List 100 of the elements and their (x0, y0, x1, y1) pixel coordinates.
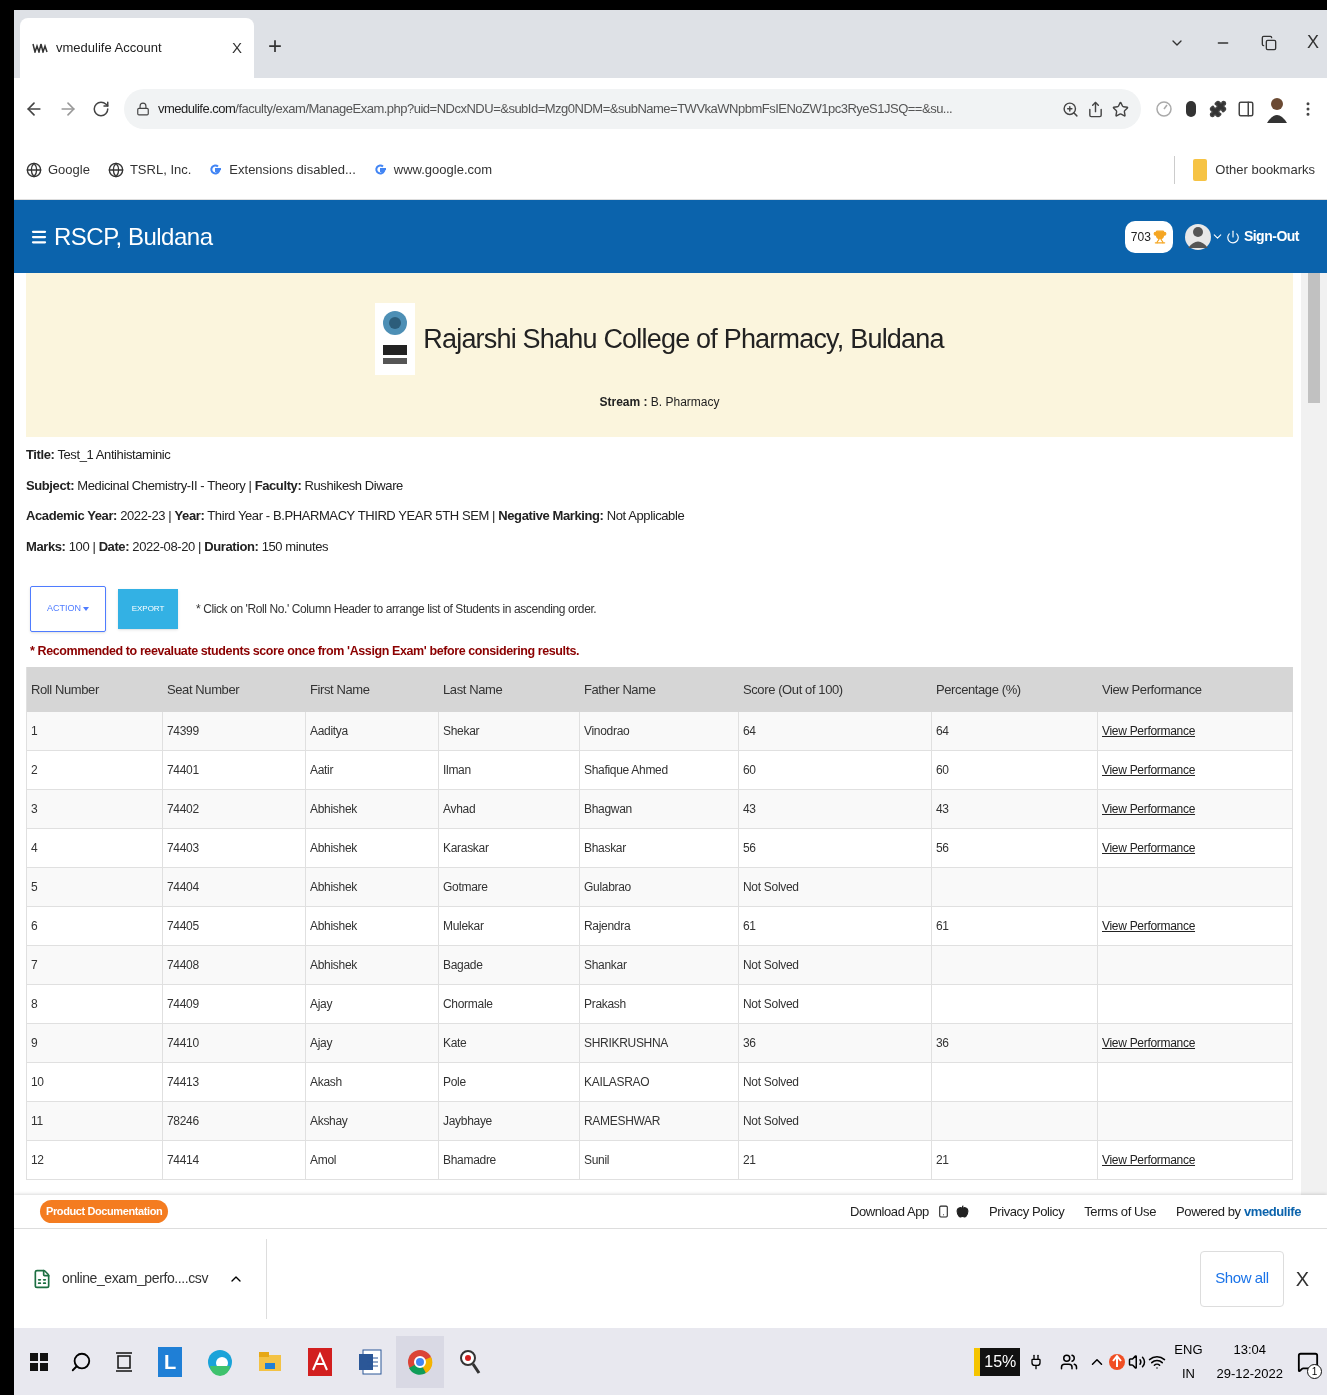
show-all-button[interactable]: Show all (1200, 1250, 1284, 1307)
reload-icon[interactable] (92, 100, 110, 118)
download-item[interactable]: online_exam_perfo....csv (32, 1238, 268, 1319)
action-dropdown-button[interactable]: ACTION (30, 586, 106, 632)
launcher-app-icon[interactable]: L (158, 1346, 182, 1377)
table-cell-text: 2 (31, 761, 38, 779)
table-cell-text: Prakash (584, 995, 626, 1013)
points-badge[interactable]: 703 (1124, 220, 1173, 253)
apple-icon[interactable] (955, 1205, 969, 1218)
close-downloads-button[interactable]: X (1295, 1263, 1309, 1294)
restore-icon[interactable] (1261, 34, 1277, 51)
table-cell-text: Not Solved (743, 878, 799, 896)
language-indicator[interactable]: ENG IN (1174, 1337, 1203, 1386)
other-bookmarks[interactable]: Other bookmarks (1193, 158, 1315, 181)
column-header: Last Name (442, 680, 504, 699)
view-performance-link[interactable]: View Performance (1102, 1033, 1196, 1052)
stream-label: Stream : B. Pharmacy (599, 394, 720, 411)
table-cell-text: Bhaskar (584, 839, 626, 857)
windows-start-icon[interactable] (30, 1352, 48, 1371)
view-performance-link[interactable]: View Performance (1102, 838, 1196, 857)
table-cell-text: 1 (31, 722, 38, 740)
brand-title: RSCP, Buldana (54, 221, 213, 252)
table-cell-text: 36 (936, 1034, 949, 1052)
address-bar[interactable]: vmedulife.com/faculty/exam/ManageExam.php?uid=NDcxNDU=&subId=Mzg0NDM=&subName=TWVkaWNpbmFsIENoZW1pc3RyeS1JSQ==&su... (124, 89, 1141, 129)
table-cell-text: 56 (936, 839, 949, 857)
browser-app-icon[interactable] (206, 1347, 234, 1376)
college-name: Rajarshi Shahu College of Pharmacy, Buldana (423, 322, 944, 356)
update-icon[interactable] (1108, 1351, 1127, 1372)
zoom-icon[interactable] (1062, 100, 1079, 118)
bookmark-star-icon[interactable] (1112, 100, 1129, 118)
table-cell-text: Shafique Ahmed (584, 761, 668, 779)
magnifier-app-icon[interactable] (458, 1347, 482, 1376)
bookmark-item[interactable]: www.google.com (373, 159, 493, 180)
task-view-icon[interactable] (116, 1351, 134, 1372)
table-cell-text: 74401 (167, 761, 199, 779)
taskbar-app-button[interactable] (396, 1335, 444, 1388)
extensions-icon[interactable] (1209, 100, 1227, 118)
footer-link[interactable]: Terms of Use (1084, 1201, 1157, 1222)
table-cell-text: Shekar (443, 722, 480, 740)
profile-avatar-icon[interactable] (1265, 95, 1289, 123)
table-cell-text: 64 (743, 722, 756, 740)
table-cell-text: Rajendra (584, 917, 631, 935)
side-panel-icon[interactable] (1237, 100, 1255, 118)
bookmark-item[interactable]: Google (26, 159, 90, 180)
browser-tab[interactable]: vmedulife Account X (20, 18, 254, 78)
people-icon[interactable] (1060, 1352, 1079, 1371)
sort-hint: * Click on 'Roll No.' Column Header to arrange list of Students in ascending order. (196, 601, 597, 618)
table-cell-text: Aaditya (310, 722, 348, 740)
notification-icon[interactable] (1297, 1350, 1319, 1373)
exam-info-line: Academic Year: 2022-23 | Year: Third Year - B.PHARMACY THIRD YEAR 5TH SEM | Negative Marking: Not Applicable (26, 507, 686, 525)
view-performance-link[interactable]: View Performance (1102, 1150, 1196, 1169)
exam-info-line: Marks: 100 | Date: 2022-08-20 | Duration: 150 minutes (26, 537, 330, 556)
column-header: Percentage (%) (935, 680, 1022, 699)
table-cell-text: Abhishek (310, 800, 357, 818)
sign-out-link[interactable]: Sign-Out (1243, 226, 1299, 247)
google-icon (373, 162, 388, 177)
view-performance-link[interactable]: View Performance (1102, 760, 1196, 779)
table-cell-text: 10 (31, 1073, 44, 1091)
column-header: Seat Number (166, 680, 241, 699)
footer-link[interactable]: Privacy Policy (988, 1201, 1065, 1222)
bookmark-item[interactable]: TSRL, Inc. (107, 159, 192, 180)
clock[interactable]: 13:04 29-12-2022 (1216, 1337, 1283, 1386)
table-cell-text: Ajay (310, 1034, 333, 1052)
lock-icon (136, 102, 150, 116)
bookmark-item[interactable]: Extensions disabled... (209, 159, 356, 180)
table-cell-text: 78246 (167, 1112, 199, 1130)
table-cell-text: Kate (443, 1034, 467, 1052)
table-cell-text: 21 (936, 1151, 949, 1169)
column-header[interactable]: Roll Number (27, 679, 163, 699)
table-cell-text: 74408 (167, 956, 199, 974)
table-cell-text: Sunil (584, 1151, 610, 1169)
battery-meter[interactable]: 15% (974, 1347, 1021, 1376)
globe-icon (107, 161, 124, 178)
power-icon[interactable] (1225, 229, 1240, 244)
exam-info-line: Subject: Medicinal Chemistry-II - Theory | Faculty: Rushikesh Diware (26, 476, 404, 495)
view-performance-link[interactable]: View Performance (1102, 799, 1196, 818)
new-tab-button[interactable]: + (268, 28, 282, 64)
document-app-icon[interactable] (357, 1347, 383, 1376)
search-icon[interactable] (70, 1350, 92, 1373)
pdf-app-icon[interactable] (308, 1347, 332, 1376)
window-close-button[interactable]: X (1307, 29, 1319, 56)
table-cell-text: 11 (31, 1112, 43, 1130)
table-cell-text: 74414 (167, 1151, 199, 1169)
globe-icon (26, 161, 42, 178)
view-performance-link[interactable]: View Performance (1102, 721, 1196, 740)
table-cell-text: 21 (743, 1151, 756, 1169)
college-logo-icon (375, 303, 416, 375)
table-cell-text: 6 (31, 917, 38, 935)
table-cell-text: 60 (743, 761, 756, 779)
chrome-app-icon[interactable] (406, 1347, 434, 1376)
table-cell-text: Abhishek (310, 878, 357, 896)
table-cell-text: Chormale (443, 995, 493, 1013)
view-performance-link[interactable]: View Performance (1102, 916, 1196, 935)
column-header: View Performance (1101, 680, 1203, 699)
scrollbar[interactable] (1301, 273, 1327, 1195)
table-cell-text: 74410 (167, 1034, 199, 1052)
notification-count: 1 (1307, 1363, 1322, 1379)
share-icon[interactable] (1087, 100, 1104, 118)
table-cell-text: 36 (743, 1034, 756, 1052)
tab-close-button[interactable]: X (232, 36, 242, 60)
